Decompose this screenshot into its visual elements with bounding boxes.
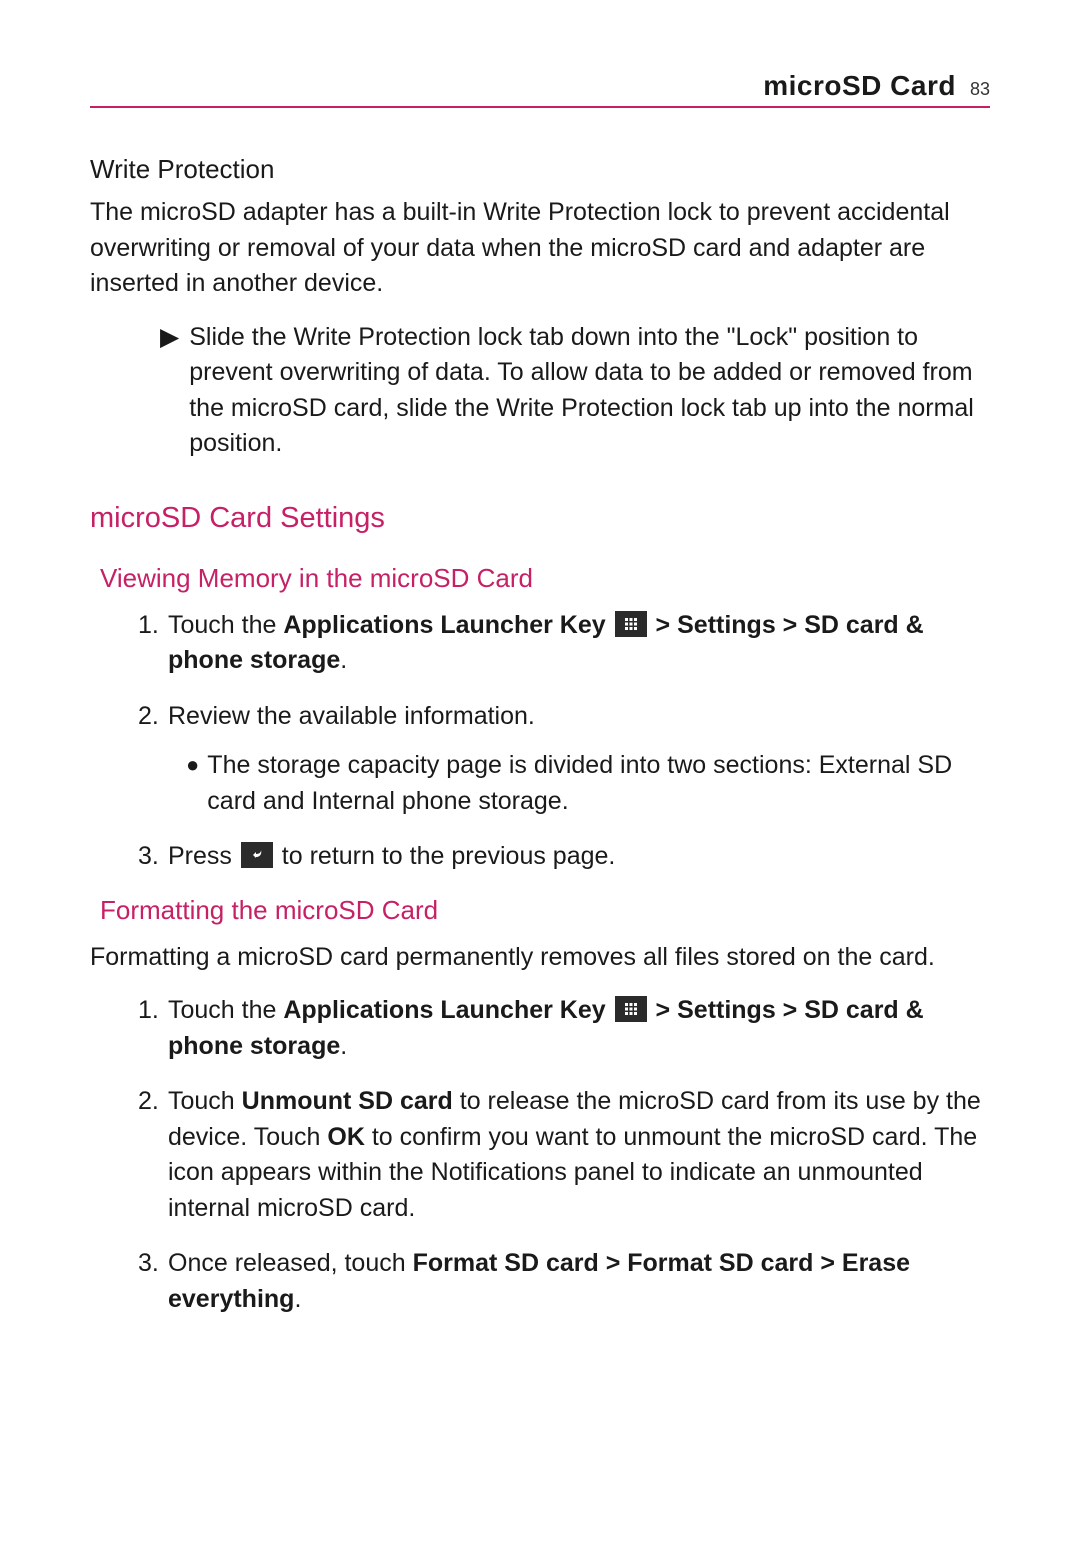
step-2: Review the available information. ● The … <box>138 699 990 820</box>
page-header: microSD Card 83 <box>90 70 990 108</box>
page-number: 83 <box>970 79 990 100</box>
step-3: Press to return to the previous page. <box>138 839 990 875</box>
text: The storage capacity page is divided int… <box>207 748 990 819</box>
para-write-protection: The microSD adapter has a built-in Write… <box>90 195 990 302</box>
step-1: Touch the Applications Launcher Key > Se… <box>138 993 990 1064</box>
subheading-viewing-memory: Viewing Memory in the microSD Card <box>100 563 990 594</box>
dot: . <box>294 1285 301 1313</box>
subheading-formatting: Formatting the microSD Card <box>100 895 990 926</box>
apps-launcher-icon <box>615 996 647 1022</box>
gt: > <box>649 611 678 639</box>
bullet-dot-icon: ● <box>186 748 199 819</box>
inner-bullet: ● The storage capacity page is divided i… <box>186 748 990 819</box>
header-title: microSD Card <box>763 70 956 102</box>
text: Once released, touch <box>168 1249 413 1277</box>
text: Touch the <box>168 996 283 1024</box>
text: Press <box>168 842 239 870</box>
dot: . <box>340 1032 347 1060</box>
para-formatting: Formatting a microSD card permanently re… <box>90 940 990 976</box>
bold-text: OK <box>327 1123 365 1151</box>
dot: . <box>340 646 347 674</box>
step-3: Once released, touch Format SD card > Fo… <box>138 1246 990 1317</box>
bold-text: Unmount SD card <box>242 1087 453 1115</box>
bullet-text: Slide the Write Protection lock tab down… <box>189 320 990 462</box>
step-1: Touch the Applications Launcher Key > Se… <box>138 608 990 679</box>
heading-settings: microSD Card Settings <box>90 502 990 535</box>
text: Review the available information. <box>168 702 535 730</box>
triangle-bullet-icon: ▶ <box>160 320 179 462</box>
bold-text: Applications Launcher Key <box>283 996 605 1024</box>
steps-viewing-memory: Touch the Applications Launcher Key > Se… <box>138 608 990 875</box>
gt: > <box>649 996 678 1024</box>
bold-text: Applications Launcher Key <box>283 611 605 639</box>
text: Touch the <box>168 611 283 639</box>
step-2: Touch Unmount SD card to release the mic… <box>138 1084 990 1226</box>
text: to return to the previous page. <box>275 842 616 870</box>
text: Touch <box>168 1087 242 1115</box>
heading-write-protection: Write Protection <box>90 154 990 185</box>
apps-launcher-icon <box>615 611 647 637</box>
back-key-icon <box>241 842 273 868</box>
steps-formatting: Touch the Applications Launcher Key > Se… <box>138 993 990 1317</box>
bullet-block: ▶ Slide the Write Protection lock tab do… <box>160 320 990 462</box>
